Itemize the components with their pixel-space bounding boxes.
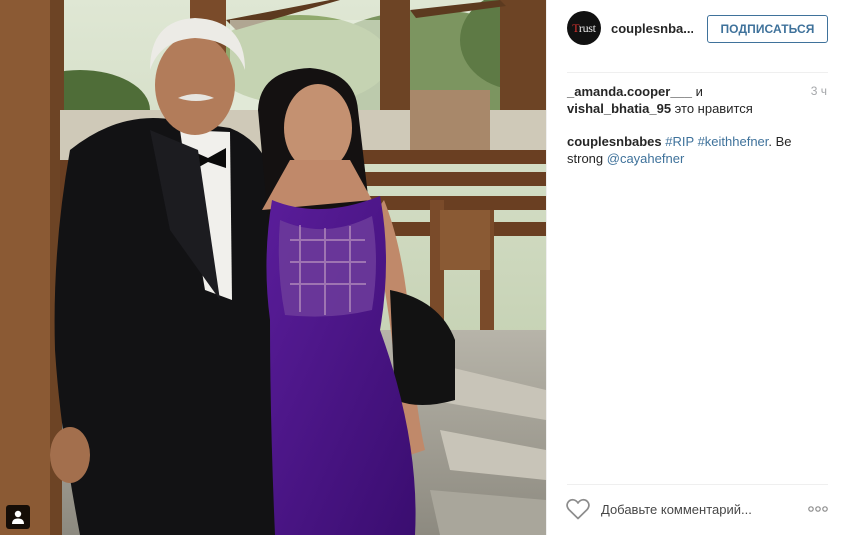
- avatar[interactable]: Trust: [567, 11, 601, 45]
- author-username[interactable]: couplesnba...: [611, 21, 693, 36]
- footer-divider: [567, 484, 828, 485]
- likes-connector: и: [692, 84, 703, 99]
- post-caption: couplesnbabes #RIP #keithhefner. Be stro…: [567, 133, 822, 167]
- follow-button[interactable]: ПОДПИСАТЬСЯ: [707, 15, 828, 43]
- avatar-logo-text: Trust: [572, 21, 596, 35]
- ellipsis-icon[interactable]: [806, 500, 830, 518]
- hashtag-link[interactable]: #keithhefner: [698, 134, 769, 149]
- post-photo[interactable]: [0, 0, 546, 535]
- person-tag-icon[interactable]: [6, 505, 30, 529]
- likes-summary: _amanda.cooper___ и vishal_bhatia_95 это…: [567, 83, 797, 117]
- caption-username[interactable]: couplesnbabes: [567, 134, 662, 149]
- comment-input[interactable]: [601, 500, 807, 518]
- like-user-link[interactable]: vishal_bhatia_95: [567, 101, 671, 116]
- post-viewer: Trust couplesnba... ПОДПИСАТЬСЯ _amanda.…: [0, 0, 847, 535]
- hashtag-link[interactable]: #RIP: [665, 134, 694, 149]
- mention-link[interactable]: @cayahefner: [607, 151, 685, 166]
- header-divider: [567, 72, 828, 73]
- post-header: Trust couplesnba... ПОДПИСАТЬСЯ: [547, 0, 847, 64]
- post-time[interactable]: 3 ч: [811, 84, 827, 98]
- like-user-link[interactable]: _amanda.cooper___: [567, 84, 692, 99]
- post-sidebar: Trust couplesnba... ПОДПИСАТЬСЯ _amanda.…: [546, 0, 847, 535]
- heart-outline-icon[interactable]: [565, 497, 591, 521]
- likes-suffix: это нравится: [671, 101, 753, 116]
- photo-illustration: [0, 0, 546, 535]
